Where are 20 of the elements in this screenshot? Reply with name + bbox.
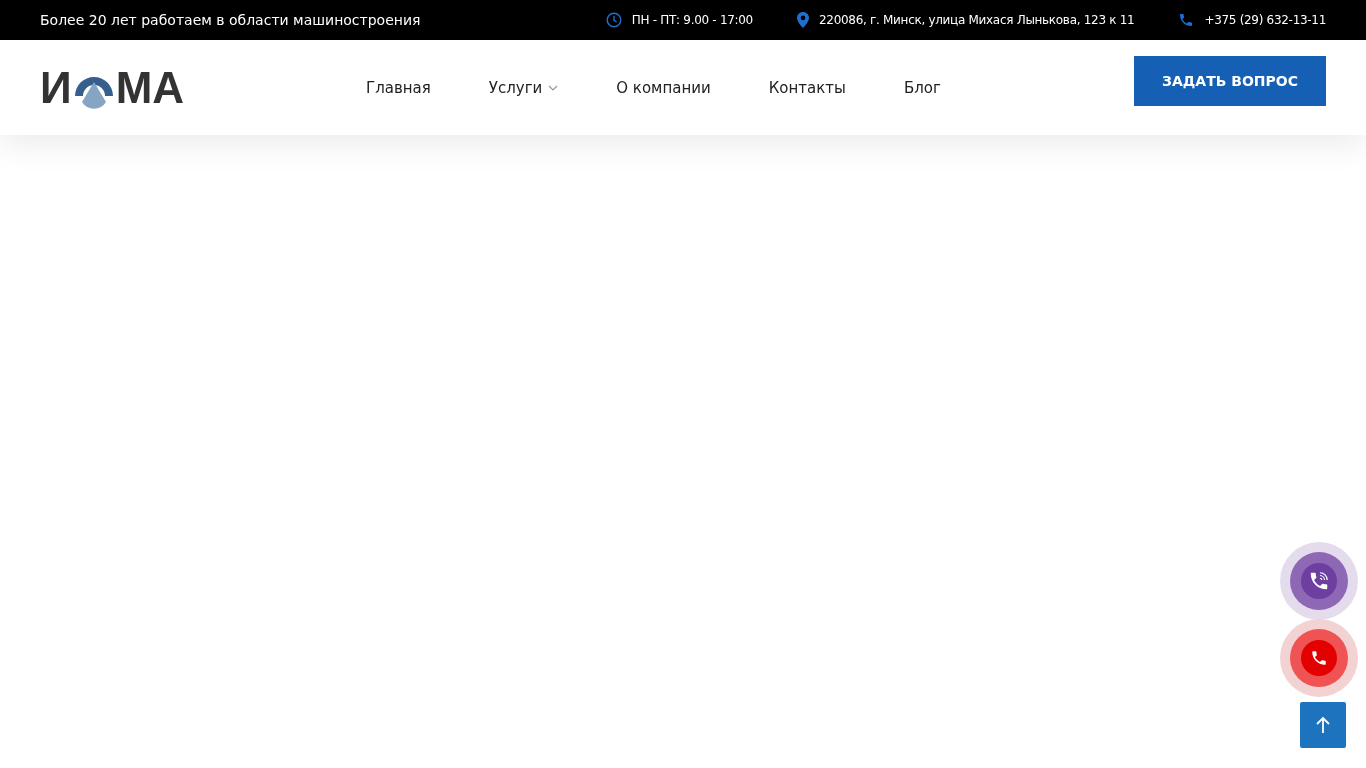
ask-question-button[interactable]: ЗАДАТЬ ВОПРОС	[1134, 55, 1326, 106]
phone-number: +375 (29) 632-13-11	[1204, 13, 1326, 27]
logo-text: И	[40, 65, 72, 110]
phone-waves-icon	[1308, 570, 1330, 592]
tagline: Более 20 лет работаем в области машиностроения	[40, 12, 421, 28]
scroll-to-top-button[interactable]	[1300, 702, 1346, 748]
arrow-up-icon	[1316, 716, 1330, 734]
address: 220086, г. Минск, улица Михася Лынькова, 123 к 11	[818, 13, 1135, 27]
nav-link[interactable]: Контакты	[768, 78, 846, 97]
working-hours: ПН - ПТ: 9.00 - 17:00	[631, 13, 753, 27]
phone-icon	[1310, 649, 1328, 667]
clock-icon	[605, 12, 622, 28]
location-pin-icon	[796, 12, 809, 28]
phone-icon	[1178, 12, 1195, 28]
nav-link[interactable]: О компании	[616, 78, 711, 97]
nav-link[interactable]: Блог	[903, 78, 941, 97]
logo-text: МА	[115, 65, 185, 110]
chevron-down-icon	[548, 84, 559, 91]
nav-link[interactable]: Главная	[366, 78, 431, 97]
nav-link[interactable]: Услуги	[488, 78, 559, 97]
